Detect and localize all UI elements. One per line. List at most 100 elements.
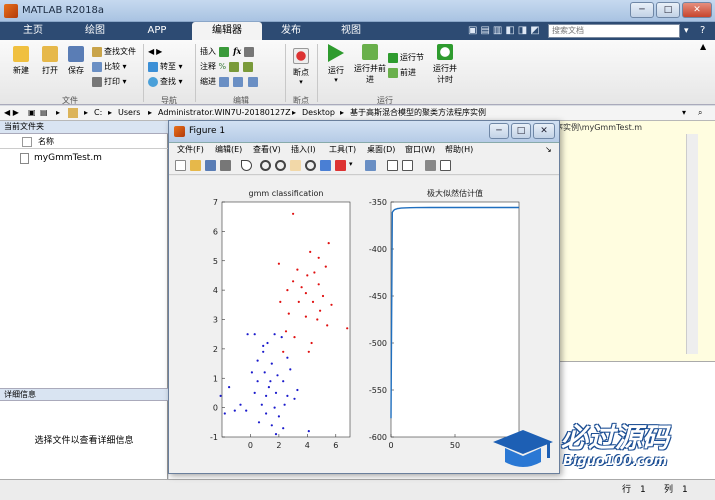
search-documentation-input[interactable]: 搜索文档: [548, 24, 680, 38]
print-button[interactable]: 打印 ▾: [92, 74, 142, 89]
path-part-desktop[interactable]: Desktop: [302, 106, 335, 120]
dock-arrow-icon[interactable]: ↘: [545, 143, 552, 157]
brush-dropdown-icon[interactable]: ▾: [349, 160, 353, 168]
editor-file-title: 序实例\myGmmTest.m: [555, 123, 643, 132]
scatter-axes-box: [221, 201, 351, 438]
new-figure-icon[interactable]: [175, 160, 186, 171]
editor-ribbon: 新建 打开 保存 查找文件 比较 ▾ 打印 ▾ 文件 ◀▶ 转至 ▾ 查找 ▾ …: [0, 40, 715, 105]
find-files-button[interactable]: 查找文件: [92, 44, 142, 59]
tab-home[interactable]: 主页: [4, 22, 62, 40]
blue-cluster-point: [273, 406, 276, 409]
help-icon[interactable]: ?: [700, 25, 705, 36]
path-part-user[interactable]: Administrator.WIN7U-20180127Z: [158, 106, 291, 120]
red-cluster-point: [286, 289, 289, 292]
show-plot-tools-icon[interactable]: [440, 160, 451, 171]
path-drive[interactable]: C:: [94, 106, 102, 120]
menu-edit[interactable]: 编辑(E): [215, 143, 242, 157]
close-button[interactable]: ✕: [682, 2, 712, 18]
blue-cluster-point: [282, 380, 285, 383]
run-and-advance-button[interactable]: 运行并前进: [354, 44, 386, 85]
scatter-xtick-label: 4: [305, 441, 310, 450]
figure-minimize-button[interactable]: ─: [489, 123, 509, 139]
likelihood-ytick-label: -550: [369, 386, 387, 395]
back-forward-arrows[interactable]: ◀ ▶: [4, 106, 19, 120]
save-figure-icon[interactable]: [205, 160, 216, 171]
indent-button[interactable]: 缩进: [200, 74, 284, 89]
legend-icon[interactable]: [402, 160, 413, 171]
path-part-users[interactable]: Users: [118, 106, 140, 120]
decrease-indent-icon: [247, 76, 258, 87]
menu-view[interactable]: 查看(V): [253, 143, 281, 157]
select-arrow-icon[interactable]: [241, 160, 252, 171]
scatter-ytick-label: 7: [213, 198, 218, 207]
maximize-button[interactable]: □: [656, 2, 680, 18]
run-section-button[interactable]: 运行节: [388, 50, 428, 65]
figure-close-button[interactable]: ✕: [533, 123, 555, 139]
brush-icon[interactable]: [335, 160, 346, 171]
breakpoints-button[interactable]: 断点 ▾: [289, 48, 313, 86]
search-icon[interactable]: ⌕: [698, 106, 702, 120]
insert-button[interactable]: 插入 fx: [200, 44, 284, 59]
open-file-icon[interactable]: [190, 160, 201, 171]
function-fx-icon[interactable]: fx: [233, 46, 241, 56]
blue-cluster-point: [262, 350, 265, 353]
red-cluster-point: [279, 300, 282, 303]
figure-maximize-button[interactable]: □: [511, 123, 531, 139]
menu-insert[interactable]: 插入(I): [291, 143, 316, 157]
compare-button[interactable]: 比较 ▾: [92, 59, 142, 74]
zoom-in-icon[interactable]: [260, 160, 271, 171]
path-dropdown-icon[interactable]: ▾: [682, 106, 686, 120]
blue-cluster-point: [257, 421, 261, 424]
dropdown-arrow-icon[interactable]: ▾: [684, 26, 689, 36]
new-button[interactable]: 新建: [6, 46, 36, 76]
print-figure-icon[interactable]: [220, 160, 231, 171]
matlab-logo-icon: [4, 4, 18, 18]
up-folder-icon[interactable]: ▣: [28, 106, 36, 120]
likelihood-title: 极大似然估计值: [427, 188, 483, 198]
open-button[interactable]: 打开: [36, 46, 64, 76]
current-folder-header: 当前文件夹: [0, 121, 168, 134]
scatter-ytick-label: 5: [213, 257, 218, 266]
name-column-header[interactable]: 名称: [0, 135, 168, 149]
data-cursor-icon[interactable]: [320, 160, 331, 171]
browse-folder-icon[interactable]: ▤: [40, 106, 48, 120]
tab-editor[interactable]: 编辑器: [192, 22, 262, 40]
quick-access-toolbar[interactable]: ▣▤▥◧◨◩: [468, 25, 544, 37]
collapse-ribbon-icon[interactable]: ▲: [700, 42, 706, 51]
minimize-button[interactable]: ─: [630, 2, 654, 18]
blue-cluster-point: [260, 403, 263, 406]
find-button[interactable]: 查找 ▾: [148, 74, 190, 89]
rotate-3d-icon[interactable]: [305, 160, 316, 171]
tab-publish[interactable]: 发布: [262, 22, 320, 40]
red-cluster-point: [307, 350, 310, 353]
menu-help[interactable]: 帮助(H): [445, 143, 473, 157]
nav-arrows[interactable]: ◀▶: [148, 44, 190, 59]
goto-button[interactable]: 转至 ▾: [148, 59, 190, 74]
tab-view[interactable]: 视图: [322, 22, 380, 40]
editor-scrollbar[interactable]: [686, 134, 698, 354]
menu-file[interactable]: 文件(F): [177, 143, 204, 157]
group-label-file: 文件: [62, 96, 78, 105]
pan-hand-icon[interactable]: [290, 160, 301, 171]
menu-window[interactable]: 窗口(W): [405, 143, 435, 157]
menu-desktop[interactable]: 桌面(D): [367, 143, 395, 157]
link-plot-icon[interactable]: [365, 160, 376, 171]
tab-apps[interactable]: APP: [128, 22, 186, 40]
hide-plot-tools-icon[interactable]: [425, 160, 436, 171]
tab-plots[interactable]: 绘图: [66, 22, 124, 40]
comment-button[interactable]: 注释 %: [200, 59, 284, 74]
path-separator: ▸: [56, 108, 61, 117]
zoom-out-icon[interactable]: [275, 160, 286, 171]
file-list-item[interactable]: myGmmTest.m: [4, 151, 164, 165]
run-and-time-button[interactable]: 运行并计时: [430, 44, 460, 85]
blue-cluster-point: [286, 394, 289, 397]
menu-tools[interactable]: 工具(T): [329, 143, 356, 157]
run-button[interactable]: 运行 ▾: [322, 44, 350, 84]
red-cluster-point: [317, 256, 320, 259]
path-part-project[interactable]: 基于高斯混合模型的聚类方法程序实例: [350, 106, 486, 120]
blue-cluster-point: [266, 341, 269, 345]
save-button[interactable]: 保存: [62, 46, 90, 76]
advance-icon: [388, 67, 398, 78]
colorbar-icon[interactable]: [387, 160, 398, 171]
advance-button[interactable]: 前进: [388, 65, 428, 80]
